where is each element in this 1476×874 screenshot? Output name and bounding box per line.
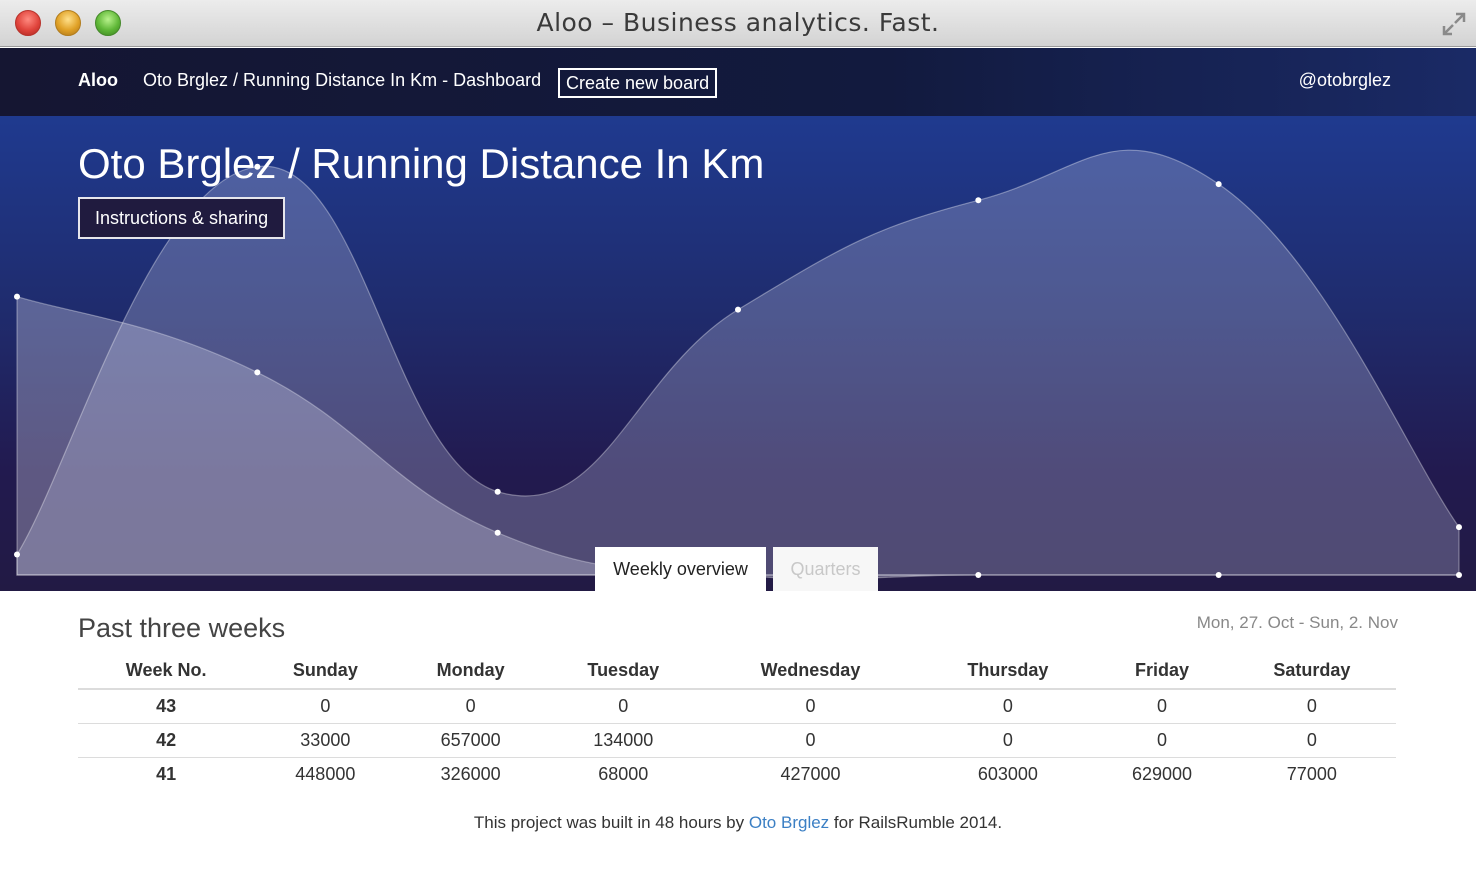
series-2-point[interactable] bbox=[1215, 181, 1222, 188]
footer-text-suffix: for RailsRumble 2014. bbox=[829, 813, 1003, 832]
table-cell: 0 bbox=[254, 689, 397, 724]
table-cell: 629000 bbox=[1131, 763, 1193, 784]
footer: This project was built in 48 hours by Ot… bbox=[0, 813, 1476, 833]
table-cell: 0 bbox=[1096, 723, 1228, 758]
table-cell: 0 bbox=[396, 689, 545, 724]
table-cell: 33000 bbox=[254, 723, 397, 758]
week-number-cell: 43 bbox=[78, 689, 255, 724]
table-cell: 0 bbox=[1227, 723, 1396, 758]
column-header: Thursday bbox=[919, 653, 1097, 690]
window-title: Aloo – Business analytics. Fast. bbox=[536, 8, 940, 37]
table-cell: 0 bbox=[919, 723, 1097, 758]
table-row: 43 0 0 0 0 0 0 0 bbox=[78, 689, 1396, 724]
table-row: 41 448000 326000 68000 427000 603000 629… bbox=[78, 757, 1396, 791]
table-cell: 448000 bbox=[295, 763, 356, 784]
column-header: Wednesday bbox=[701, 653, 920, 690]
week-number-cell: 42 bbox=[78, 723, 255, 758]
top-navbar: Aloo Oto Brglez / Running Distance In Km… bbox=[0, 48, 1476, 116]
date-range-label: Mon, 27. Oct - Sun, 2. Nov bbox=[1196, 613, 1398, 632]
column-header: Friday bbox=[1096, 653, 1228, 690]
table-cell: 0 bbox=[701, 723, 920, 758]
table-header-row: Week No. Sunday Monday Tuesday Wednesday… bbox=[78, 653, 1396, 690]
instructions-sharing-button[interactable]: Instructions & sharing bbox=[78, 197, 286, 239]
table-cell: 77000 bbox=[1286, 763, 1337, 784]
table-cell: 326000 bbox=[440, 763, 501, 784]
table-cell: 0 bbox=[701, 689, 920, 724]
author-link[interactable]: Oto Brglez bbox=[749, 813, 829, 832]
table-cell: 68000 bbox=[598, 763, 649, 784]
series-2-point[interactable] bbox=[14, 551, 20, 558]
brand-link[interactable]: Aloo bbox=[78, 70, 118, 91]
table-cell: 0 bbox=[1096, 689, 1228, 724]
series-2-point[interactable] bbox=[735, 306, 741, 313]
footer-text-prefix: This project was built in 48 hours by bbox=[473, 813, 749, 832]
weekly-distance-table: Week No. Sunday Monday Tuesday Wednesday… bbox=[78, 653, 1396, 791]
series-1-point[interactable] bbox=[1456, 572, 1462, 578]
hero-chart-banner: Oto Brglez / Running Distance In Km Inst… bbox=[0, 116, 1476, 591]
table-cell: 134000 bbox=[544, 723, 702, 758]
table-cell: 0 bbox=[919, 689, 1097, 724]
week-number-cell: 41 bbox=[156, 763, 177, 784]
series-2-point[interactable] bbox=[975, 197, 982, 204]
column-header: Monday bbox=[396, 653, 545, 690]
column-header: Sunday bbox=[254, 653, 397, 690]
series-1-point[interactable] bbox=[1215, 572, 1222, 578]
table-row: 42 33000 657000 134000 0 0 0 0 bbox=[78, 723, 1396, 758]
table-cell: 0 bbox=[1227, 689, 1396, 724]
fullscreen-icon[interactable] bbox=[1440, 10, 1468, 38]
user-profile-link[interactable]: @otobrglez bbox=[1299, 70, 1391, 91]
series-2-point[interactable] bbox=[494, 488, 501, 495]
column-header: Saturday bbox=[1227, 653, 1396, 690]
series-1-point[interactable] bbox=[254, 369, 261, 376]
table-cell: 657000 bbox=[396, 723, 545, 758]
series-1-point[interactable] bbox=[14, 293, 20, 300]
table-cell: 0 bbox=[544, 689, 702, 724]
series-2-point[interactable] bbox=[1456, 524, 1462, 531]
section-title: Past three weeks bbox=[78, 613, 286, 643]
tab-weekly-overview[interactable]: Weekly overview bbox=[595, 547, 766, 591]
series-1-point[interactable] bbox=[975, 572, 982, 578]
table-cell: 427000 bbox=[780, 763, 841, 784]
window-titlebar: Aloo – Business analytics. Fast. bbox=[0, 0, 1476, 47]
tab-quarters[interactable]: Quarters bbox=[773, 547, 878, 591]
column-header: Tuesday bbox=[544, 653, 702, 690]
column-header: Week No. bbox=[78, 653, 255, 690]
table-cell: 603000 bbox=[977, 763, 1038, 784]
series-1-point[interactable] bbox=[494, 529, 501, 536]
create-new-board-button[interactable]: Create new board bbox=[558, 68, 718, 98]
dashboard-breadcrumb-link[interactable]: Oto Brglez / Running Distance In Km - Da… bbox=[143, 70, 541, 91]
page-title: Oto Brglez / Running Distance In Km bbox=[78, 140, 765, 187]
